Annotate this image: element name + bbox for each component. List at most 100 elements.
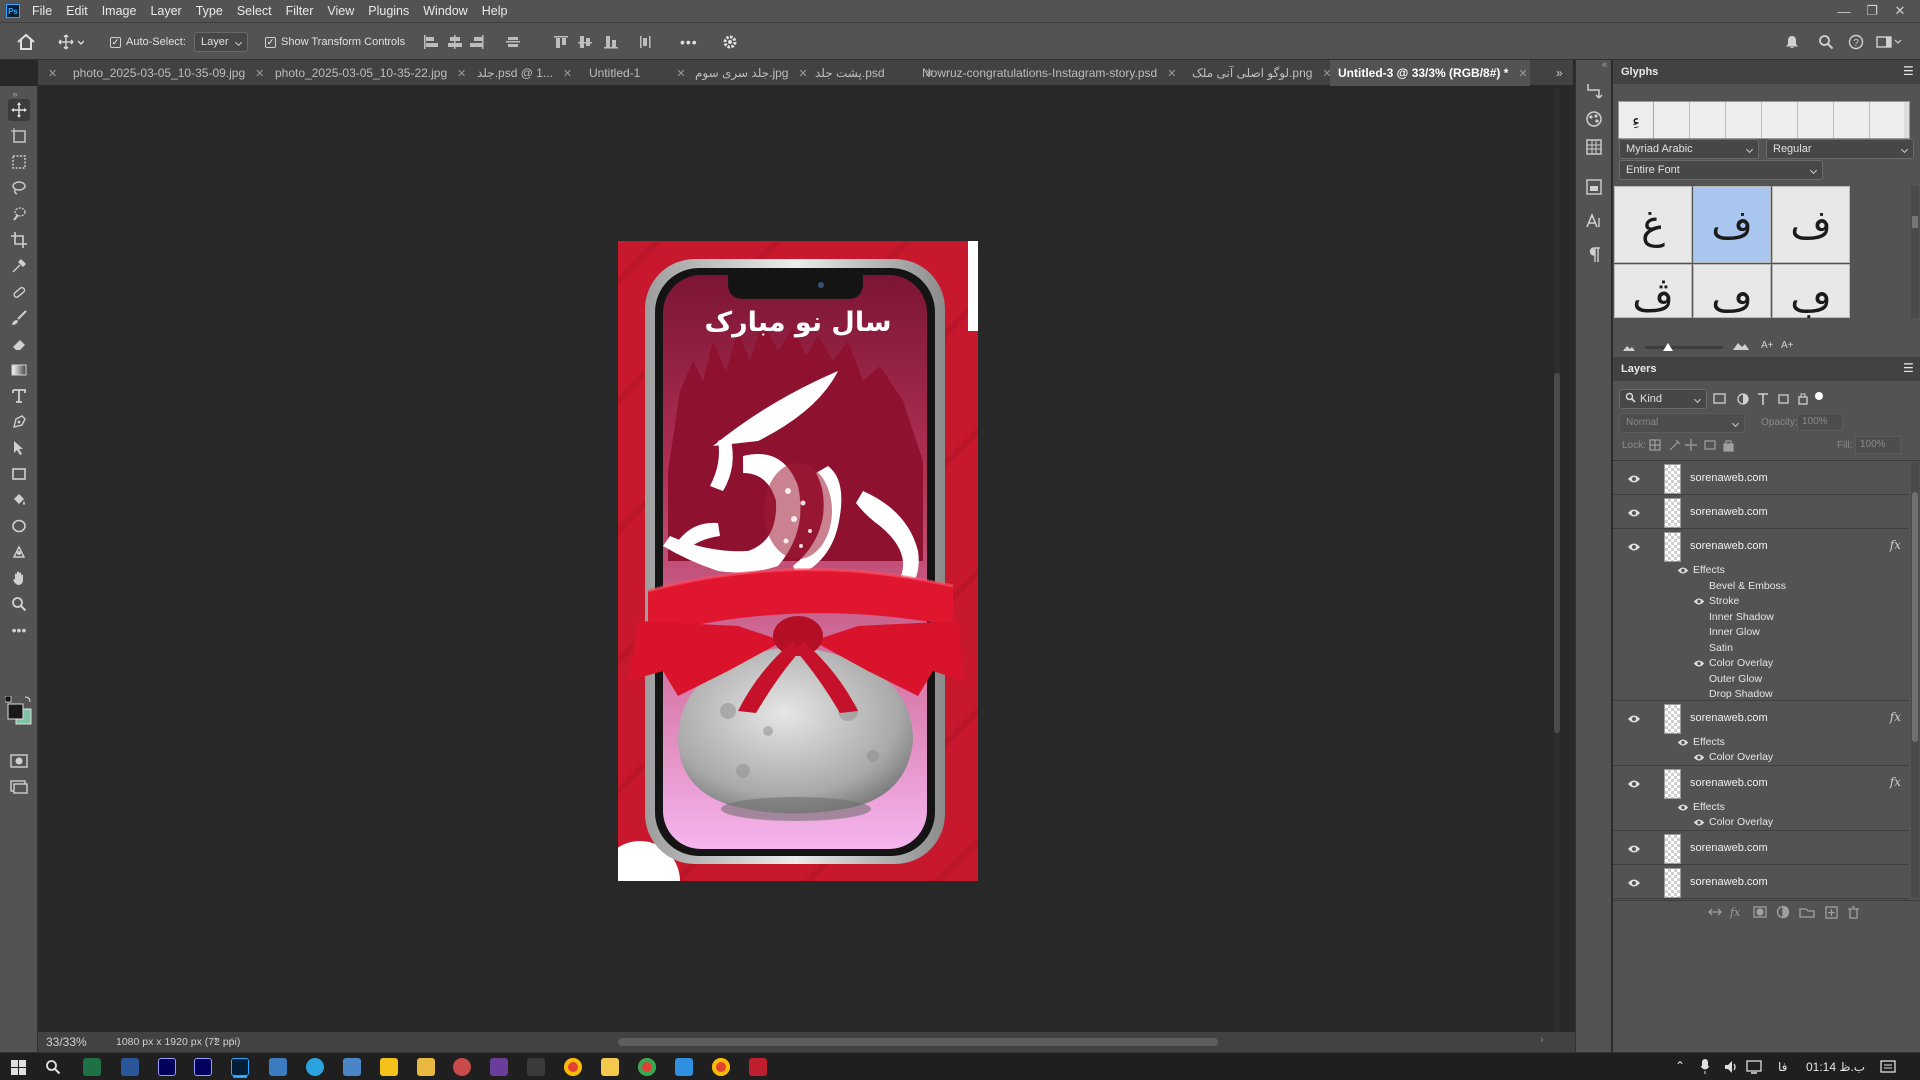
slider-handle[interactable] xyxy=(1663,343,1673,351)
glyphs-scrollbar[interactable] xyxy=(1911,186,1919,318)
collapse-icon[interactable]: » xyxy=(4,89,26,99)
effect-inner-glow[interactable]: Inner Glow xyxy=(1709,626,1760,638)
layer-row[interactable]: sorenaweb.com xyxy=(1613,462,1909,495)
gradient-icon[interactable] xyxy=(8,359,30,381)
path-selection-icon[interactable] xyxy=(8,437,30,459)
word-icon[interactable] xyxy=(121,1058,139,1076)
close-icon[interactable]: ✕ xyxy=(1886,0,1914,22)
tab-nowruz-story[interactable]: Nowruz-congratulations-Instagram-story.p… xyxy=(914,60,1176,86)
effect-color-overlay[interactable]: Color Overlay xyxy=(1709,816,1773,828)
tab-jeld-psd[interactable]: جلد.psd @ 1... ✕ xyxy=(469,60,572,86)
glyphs-panel-title[interactable]: Glyphs xyxy=(1621,66,1658,78)
quick-selection-icon[interactable] xyxy=(8,203,30,225)
layer-name[interactable]: sorenaweb.com xyxy=(1690,876,1768,888)
chrome-icon[interactable] xyxy=(564,1058,582,1076)
horizontal-scrollbar-thumb[interactable] xyxy=(618,1038,1218,1046)
paragraph-icon[interactable] xyxy=(1585,246,1603,264)
tab-untitled-1[interactable]: Untitled-1 ✕ xyxy=(581,60,686,86)
layer-name[interactable]: sorenaweb.com xyxy=(1690,842,1768,854)
scroll-left-icon[interactable]: ‹ xyxy=(230,1034,234,1046)
layer-row[interactable]: sorenaweb.com xyxy=(1613,832,1909,865)
expand-icon[interactable]: « xyxy=(1602,59,1607,69)
app-icon[interactable] xyxy=(527,1058,545,1076)
swatches-icon[interactable] xyxy=(1585,138,1603,156)
vertical-scrollbar[interactable] xyxy=(1554,88,1560,1032)
canvas-area[interactable]: سال نو مبارک xyxy=(40,88,1560,1032)
eye-icon[interactable] xyxy=(1693,597,1707,607)
eye-icon[interactable] xyxy=(1627,779,1641,789)
eye-icon[interactable] xyxy=(1627,474,1641,484)
lasso-icon[interactable] xyxy=(8,177,30,199)
microphone-icon[interactable] xyxy=(1700,1059,1710,1075)
document-canvas[interactable]: سال نو مبارک xyxy=(618,241,978,881)
chrome-icon[interactable] xyxy=(712,1058,730,1076)
artboard-icon[interactable] xyxy=(8,125,30,147)
lock-icons[interactable] xyxy=(1649,438,1739,452)
pen-icon[interactable] xyxy=(8,411,30,433)
excel-icon[interactable] xyxy=(83,1058,101,1076)
eye-icon[interactable] xyxy=(1627,878,1641,888)
libraries-icon[interactable] xyxy=(1585,178,1603,196)
glyph-subset-dropdown[interactable]: Entire Font xyxy=(1619,160,1823,180)
tab-logo[interactable]: لوگو اصلی آنی ملک.png ✕ xyxy=(1184,60,1332,86)
fx-icon[interactable]: fx xyxy=(1890,538,1901,552)
more-tools-icon[interactable]: ••• xyxy=(8,619,30,641)
panel-menu-icon[interactable]: ☰ xyxy=(1903,64,1914,78)
effect-color-overlay[interactable]: Color Overlay xyxy=(1709,751,1773,763)
glyph-alternates-icon[interactable]: A+ xyxy=(1761,340,1774,351)
layer-name[interactable]: sorenaweb.com xyxy=(1690,540,1768,552)
color-icon[interactable] xyxy=(1585,110,1603,128)
move-icon[interactable] xyxy=(8,99,30,121)
layer-row[interactable]: sorenaweb.com fx Effects Color Overlay xyxy=(1613,767,1909,831)
restore-icon[interactable]: ❐ xyxy=(1858,0,1886,22)
menu-type[interactable]: Type xyxy=(189,0,230,22)
glyph-cell[interactable]: ڢ xyxy=(1772,264,1850,321)
show-transform-checkbox[interactable]: ✓ Show Transform Controls xyxy=(265,32,405,52)
glyph-cell[interactable]: ڡ xyxy=(1693,264,1771,321)
menu-edit[interactable]: Edit xyxy=(59,0,95,22)
eye-icon[interactable] xyxy=(1677,566,1691,576)
screen-mode-icon[interactable] xyxy=(8,776,30,798)
menu-layer[interactable]: Layer xyxy=(143,0,188,22)
large-mountain-icon[interactable] xyxy=(1733,340,1749,350)
recent-glyph-slots[interactable] xyxy=(1654,102,1904,138)
rectangle-icon[interactable] xyxy=(8,463,30,485)
eye-icon[interactable] xyxy=(1677,738,1691,748)
eye-icon[interactable] xyxy=(1627,844,1641,854)
help-icon[interactable]: ? xyxy=(1848,32,1864,52)
auto-select-target-dropdown[interactable]: Layer xyxy=(194,32,248,52)
menu-filter[interactable]: Filter xyxy=(279,0,321,22)
menu-help[interactable]: Help xyxy=(475,0,515,22)
after-effects-icon[interactable] xyxy=(158,1058,176,1076)
character-icon[interactable] xyxy=(1585,212,1603,230)
quick-mask-icon[interactable] xyxy=(8,750,30,772)
fx-icon[interactable]: fx xyxy=(1890,775,1901,789)
video-editor-icon[interactable] xyxy=(490,1058,508,1076)
crop-icon[interactable] xyxy=(8,229,30,251)
zoom-icon[interactable] xyxy=(8,593,30,615)
brush-icon[interactable] xyxy=(8,307,30,329)
layer-row[interactable]: sorenaweb.com xyxy=(1613,866,1909,899)
search-icon[interactable] xyxy=(1818,32,1834,52)
menu-select[interactable]: Select xyxy=(230,0,279,22)
tab-photo-2[interactable]: photo_2025-03-05_10-35-22.jpg ✕ xyxy=(267,60,466,86)
small-mountain-icon[interactable] xyxy=(1623,343,1635,351)
eye-icon[interactable] xyxy=(1693,753,1707,763)
eye-icon[interactable] xyxy=(1677,803,1691,813)
glyph-size-slider[interactable] xyxy=(1645,346,1723,349)
close-icon[interactable]: ✕ xyxy=(563,67,572,80)
layer-name[interactable]: sorenaweb.com xyxy=(1690,712,1768,724)
minimize-icon[interactable]: — xyxy=(1830,0,1858,22)
layer-name[interactable]: sorenaweb.com xyxy=(1690,506,1768,518)
healing-brush-icon[interactable] xyxy=(8,281,30,303)
panel-menu-icon[interactable]: ☰ xyxy=(1903,361,1914,375)
tab-photo-1[interactable]: photo_2025-03-05_10-35-09.jpg ✕ xyxy=(65,60,264,86)
search-icon[interactable] xyxy=(45,1059,61,1075)
close-icon[interactable]: ✕ xyxy=(676,67,685,80)
glyph-more-icon[interactable]: A+ xyxy=(1781,340,1794,351)
gear-icon[interactable] xyxy=(722,32,738,52)
workspace-icon[interactable] xyxy=(1876,32,1902,52)
layer-row[interactable]: sorenaweb.com fx Effects Color Overlay xyxy=(1613,702,1909,766)
eyedropper-icon[interactable] xyxy=(8,255,30,277)
network-icon[interactable] xyxy=(1746,1059,1764,1075)
